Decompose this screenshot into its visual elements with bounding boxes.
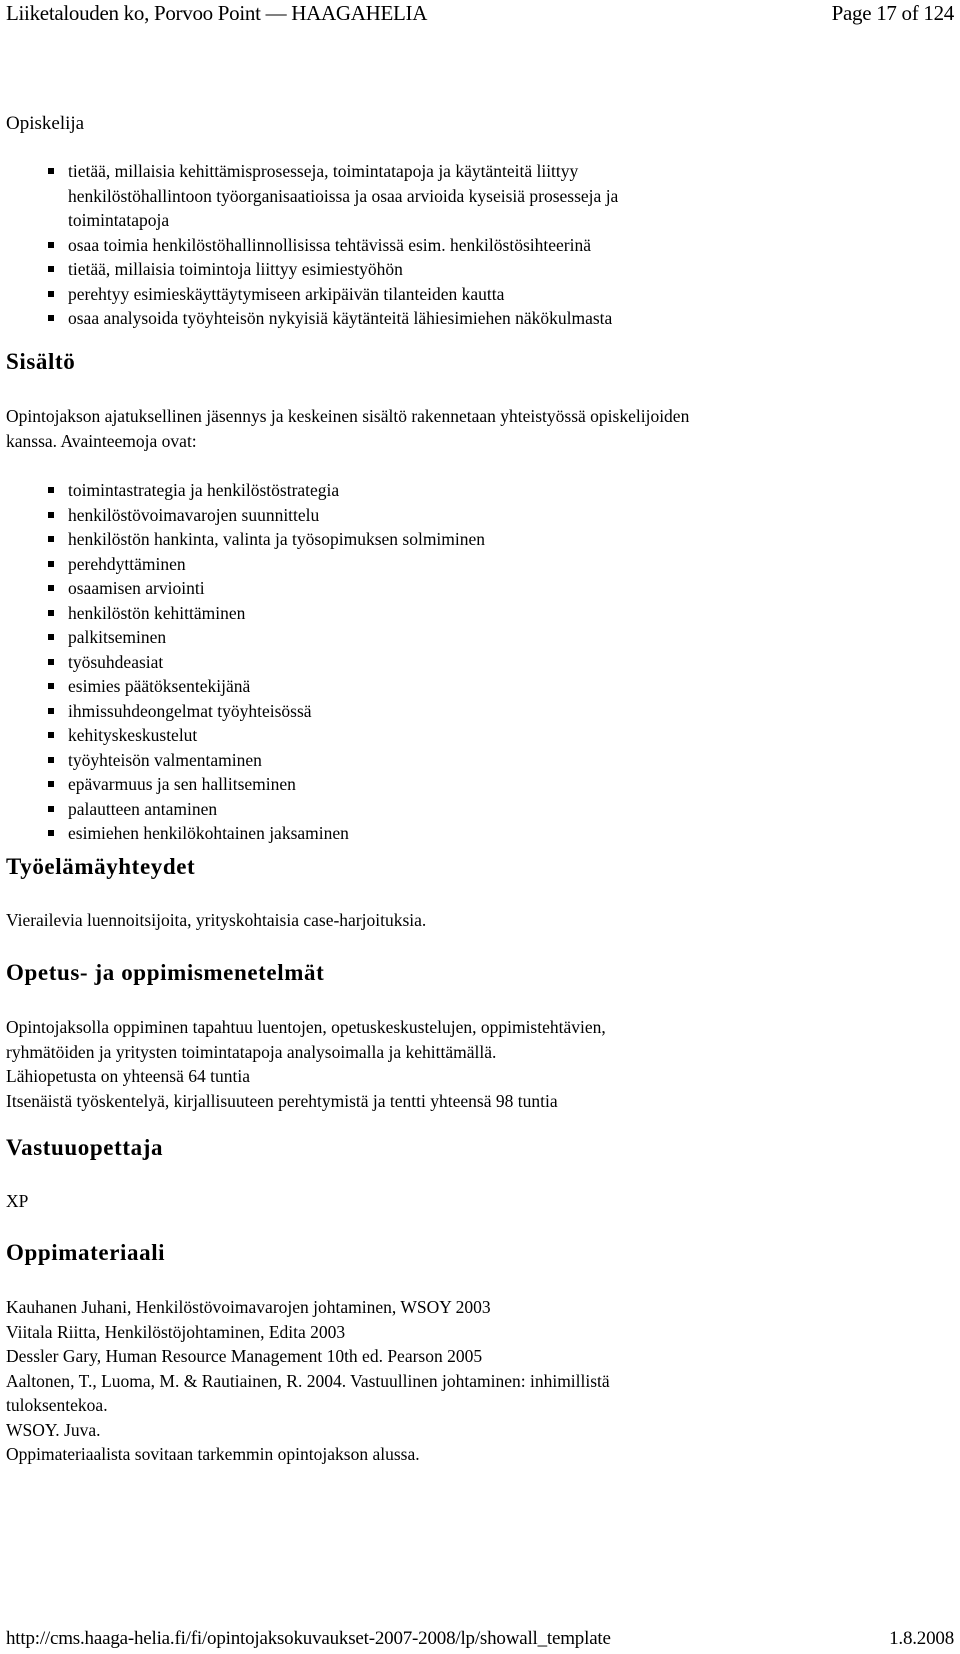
print-date: 1.8.2008 (889, 1628, 954, 1649)
list-item: palkitseminen (47, 625, 485, 650)
text-line: Oppimateriaalista sovitaan tarkemmin opi… (6, 1444, 420, 1464)
list-item: työsuhdeasiat (47, 650, 485, 675)
text-line: WSOY. Juva. (6, 1419, 101, 1440)
section-text-vastuuopettaja: XP (6, 1189, 946, 1214)
text-line: XP (6, 1191, 29, 1211)
list-item-line: perehtyy esimieskäyttäytymiseen arkipäiv… (68, 283, 505, 304)
section-heading-vastuuopettaja: Vastuuopettaja (6, 1135, 164, 1160)
text-line: Aaltonen, T., Luoma, M. & Rautiainen, R.… (6, 1370, 610, 1391)
section-heading-opetusmenetelmat: Opetus- ja oppimismenetelmät (6, 960, 325, 985)
list-item: epävarmuus ja sen hallitseminen (47, 772, 485, 797)
list-item: perehtyy esimieskäyttäytymiseen arkipäiv… (48, 282, 840, 307)
text-line: ryhmätöiden ja yritysten toimintatapoja … (6, 1041, 497, 1062)
list-item: osaa analysoida työyhteisön nykyisiä käy… (48, 306, 840, 331)
list-item: henkilöstövoimavarojen suunnittelu (47, 503, 485, 528)
text-line: Viitala Riitta, Henkilöstöjohtaminen, Ed… (6, 1321, 346, 1342)
list-item: työyhteisön valmentaminen (47, 748, 485, 773)
section-text-sisalto: Opintojakson ajatuksellinen jäsennys ja … (6, 404, 946, 453)
page-indicator: Page 17 of 124 (831, 0, 955, 25)
list-item: palautteen antaminen (47, 797, 485, 822)
text-line: Opintojaksolla oppiminen tapahtuu luento… (6, 1017, 606, 1037)
list-item-line: tietää, millaisia toimintoja liittyy esi… (68, 259, 403, 279)
text-line: Opintojakson ajatuksellinen jäsennys ja … (6, 406, 690, 426)
list-item-line: toimintatapoja (68, 210, 170, 230)
list-item: osaa toimia henkilöstöhallinnollisissa t… (48, 233, 840, 258)
section-text-opetusmenetelmat: Opintojaksolla oppiminen tapahtuu luento… (6, 1015, 946, 1113)
section-text-oppimateriaali: Kauhanen Juhani, Henkilöstövoimavarojen … (6, 1295, 946, 1467)
list-item: perehdyttäminen (47, 552, 485, 577)
text-line: Lähiopetusta on yhteensä 64 tuntia (6, 1066, 250, 1086)
document-title: Liiketalouden ko, Porvoo Point — HAAGAHE… (6, 0, 428, 25)
page-footer: http://cms.haaga-helia.fi/fi/opintojakso… (6, 1626, 954, 1652)
list-item: esimies päätöksentekijänä (47, 674, 485, 699)
key-topics-list: toimintastrategia ja henkilöstöstrategia… (47, 478, 485, 846)
text-line: Dessler Gary, Human Resource Management … (6, 1346, 483, 1366)
list-item-line: tietää, millaisia kehittämisprosesseja, … (68, 161, 579, 181)
list-item: kehityskeskustelut (47, 723, 485, 748)
section-text-tyoelamayhteydet: Vierailevia luennoitsijoita, yrityskohta… (6, 908, 946, 933)
learning-goals-list: tietää, millaisia kehittämisprosesseja, … (48, 159, 840, 331)
list-item: henkilöstön kehittäminen (47, 601, 485, 626)
list-item: tietää, millaisia kehittämisprosesseja, … (48, 159, 840, 233)
list-item: tietää, millaisia toimintoja liittyy esi… (48, 257, 840, 282)
text-line: Kauhanen Juhani, Henkilöstövoimavarojen … (6, 1297, 491, 1317)
page-header: Liiketalouden ko, Porvoo Point — HAAGAHE… (6, 0, 954, 26)
list-item: ihmissuhdeongelmat työyhteisössä (47, 699, 485, 724)
section-heading-tyoelamayhteydet: Työelämäyhteydet (6, 854, 196, 879)
list-item: osaamisen arviointi (47, 576, 485, 601)
section-heading-oppimateriaali: Oppimateriaali (6, 1240, 166, 1265)
section-heading-sisalto: Sisältö (6, 349, 76, 374)
list-item: esimiehen henkilökohtainen jaksaminen (47, 821, 485, 846)
list-item-line: osaa analysoida työyhteisön nykyisiä käy… (68, 308, 613, 328)
list-item: henkilöstön hankinta, valinta ja työsopi… (47, 527, 485, 552)
text-line: tuloksentekoa. (6, 1395, 108, 1415)
source-url: http://cms.haaga-helia.fi/fi/opintojakso… (6, 1628, 611, 1649)
intro-label: Opiskelija (6, 113, 85, 134)
list-item: toimintastrategia ja henkilöstöstrategia (47, 478, 485, 503)
text-line: Vierailevia luennoitsijoita, yrityskohta… (6, 910, 427, 930)
list-item-line: henkilöstöhallintoon työorganisaatioissa… (68, 185, 619, 206)
list-item-line: osaa toimia henkilöstöhallinnollisissa t… (68, 234, 591, 255)
text-line: Itsenäistä työskentelyä, kirjallisuuteen… (6, 1090, 558, 1111)
text-line: kanssa. Avainteemoja ovat: (6, 430, 197, 451)
